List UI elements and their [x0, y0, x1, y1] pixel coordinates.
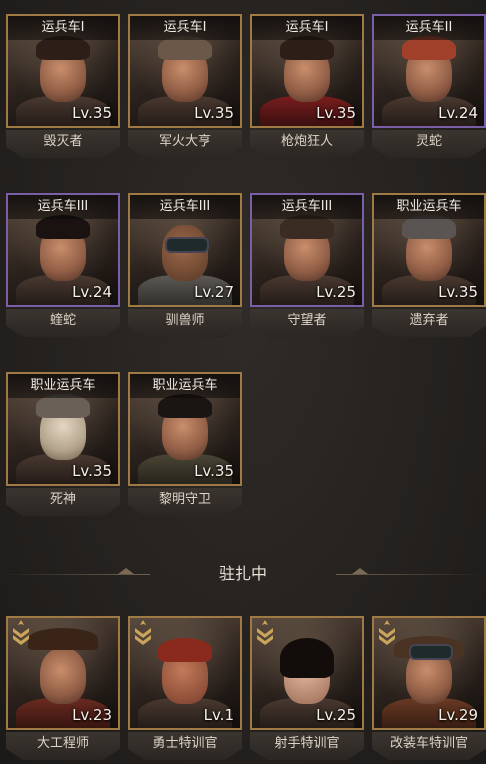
hero-card[interactable]: 运兵车II Lv.24 灵蛇 — [372, 14, 486, 158]
hero-level: Lv.35 — [72, 462, 112, 480]
rank-chevron-icon — [134, 620, 152, 646]
divider-line — [336, 574, 486, 575]
hero-card[interactable]: 运兵车I Lv.35 毁灭者 — [6, 14, 120, 158]
hero-card[interactable]: 运兵车I Lv.35 枪炮狂人 — [250, 14, 364, 158]
stationed-hero-card[interactable]: Lv.1 勇士特训官 — [128, 616, 242, 760]
vehicle-badge: 运兵车I — [130, 16, 240, 40]
hero-portrait: 职业运兵车 Lv.35 — [128, 372, 242, 486]
hero-portrait: Lv.25 — [250, 616, 364, 730]
hero-name: 驯兽师 — [128, 309, 242, 337]
hero-card[interactable]: 运兵车I Lv.35 军火大亨 — [128, 14, 242, 158]
hero-name: 改装车特训官 — [372, 732, 486, 760]
hero-portrait: 运兵车III Lv.24 — [6, 193, 120, 307]
vehicle-badge: 运兵车I — [252, 16, 362, 40]
hero-name: 军火大亨 — [128, 130, 242, 158]
hero-card[interactable]: 运兵车III Lv.24 蝰蛇 — [6, 193, 120, 337]
stationed-section-header: 驻扎中 — [0, 560, 486, 590]
vehicle-badge: 职业运兵车 — [374, 195, 484, 219]
hero-portrait: 职业运兵车 Lv.35 — [372, 193, 486, 307]
vehicle-badge: 运兵车III — [8, 195, 118, 219]
hero-name: 灵蛇 — [372, 130, 486, 158]
hero-level: Lv.24 — [438, 104, 478, 122]
hero-level: Lv.1 — [203, 706, 234, 724]
hero-portrait: 运兵车I Lv.35 — [6, 14, 120, 128]
hero-level: Lv.35 — [438, 283, 478, 301]
stationed-hero-card[interactable]: Lv.23 大工程师 — [6, 616, 120, 760]
hero-name: 射手特训官 — [250, 732, 364, 760]
rank-chevron-icon — [378, 620, 396, 646]
hero-name: 蝰蛇 — [6, 309, 120, 337]
hero-name: 毁灭者 — [6, 130, 120, 158]
hero-portrait: 职业运兵车 Lv.35 — [6, 372, 120, 486]
hero-portrait: 运兵车III Lv.27 — [128, 193, 242, 307]
hero-name: 死神 — [6, 488, 120, 516]
hero-name: 枪炮狂人 — [250, 130, 364, 158]
hero-name: 遗弃者 — [372, 309, 486, 337]
hero-level: Lv.29 — [438, 706, 478, 724]
hero-level: Lv.25 — [316, 706, 356, 724]
hero-card[interactable]: 职业运兵车 Lv.35 死神 — [6, 372, 120, 516]
hero-level: Lv.35 — [194, 104, 234, 122]
hero-portrait: Lv.23 — [6, 616, 120, 730]
hero-level: Lv.25 — [316, 283, 356, 301]
hero-portrait: 运兵车I Lv.35 — [128, 14, 242, 128]
hero-level: Lv.35 — [316, 104, 356, 122]
vehicle-badge: 职业运兵车 — [130, 374, 240, 398]
vehicle-badge: 职业运兵车 — [8, 374, 118, 398]
rank-chevron-icon — [12, 620, 30, 646]
hero-card[interactable]: 运兵车III Lv.25 守望者 — [250, 193, 364, 337]
stationed-hero-card[interactable]: Lv.29 改装车特训官 — [372, 616, 486, 760]
stationed-hero-card[interactable]: Lv.25 射手特训官 — [250, 616, 364, 760]
hero-portrait: 运兵车III Lv.25 — [250, 193, 364, 307]
hero-name: 守望者 — [250, 309, 364, 337]
hero-portrait: 运兵车II Lv.24 — [372, 14, 486, 128]
hero-name: 大工程师 — [6, 732, 120, 760]
hero-portrait: Lv.29 — [372, 616, 486, 730]
rank-chevron-icon — [256, 620, 274, 646]
hero-card[interactable]: 运兵车III Lv.27 驯兽师 — [128, 193, 242, 337]
hero-level: Lv.23 — [72, 706, 112, 724]
hero-level: Lv.24 — [72, 283, 112, 301]
vehicle-badge: 运兵车I — [8, 16, 118, 40]
hero-portrait: Lv.1 — [128, 616, 242, 730]
hero-level: Lv.35 — [72, 104, 112, 122]
hero-card[interactable]: 职业运兵车 Lv.35 黎明守卫 — [128, 372, 242, 516]
hero-card[interactable]: 职业运兵车 Lv.35 遗弃者 — [372, 193, 486, 337]
hero-portrait: 运兵车I Lv.35 — [250, 14, 364, 128]
hero-level: Lv.35 — [194, 462, 234, 480]
vehicle-badge: 运兵车III — [130, 195, 240, 219]
hero-name: 黎明守卫 — [128, 488, 242, 516]
hero-level: Lv.27 — [194, 283, 234, 301]
hero-name: 勇士特训官 — [128, 732, 242, 760]
vehicle-badge: 运兵车II — [374, 16, 484, 40]
vehicle-badge: 运兵车III — [252, 195, 362, 219]
